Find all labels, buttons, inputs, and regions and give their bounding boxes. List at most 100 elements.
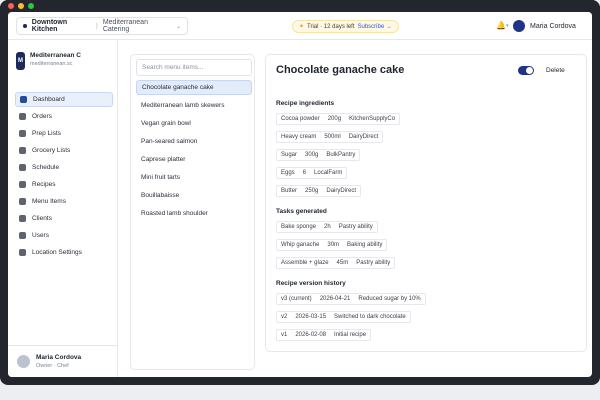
schedule-icon (19, 164, 26, 171)
sidebar-item-orders[interactable]: Orders (15, 109, 113, 124)
tasks-heading: Tasks generated (276, 208, 327, 215)
version-label: v2 (281, 314, 288, 320)
ingredient-qty: 6 (302, 170, 307, 176)
footer-user-role: Owner · Chef (36, 363, 69, 369)
sidebar-item-menu-items[interactable]: Menu Items (15, 194, 113, 209)
ingredient-supplier: DairyDirect (326, 188, 357, 194)
sidebar-item-dashboard[interactable]: Dashboard (15, 92, 113, 107)
trial-badge: ✦ Trial · 12 days left Subscribe → (292, 20, 399, 33)
ingredient-qty: 500ml (324, 134, 341, 140)
sidebar: M Mediterranean C mediterranean.sc Dashb… (8, 40, 118, 377)
task-ability: Pastry ability (338, 224, 373, 230)
ingredient-name: Cocoa powder (281, 116, 320, 122)
list-item[interactable]: Chocolate ganache cake (136, 80, 252, 95)
sidebar-brand: M Mediterranean C mediterranean.sc (16, 52, 81, 70)
top-bar: Downtown Kitchen | Mediterranean Caterin… (8, 12, 592, 40)
brand-url: mediterranean.sc (30, 61, 73, 67)
list-item[interactable]: Roasted lamb shoulder (136, 206, 252, 221)
dashboard-icon (20, 96, 27, 103)
avatar (17, 355, 30, 368)
settings-icon (19, 249, 26, 256)
version-date: 2026-04-21 (319, 296, 351, 302)
task-row: Assemble + glaze 45m Pastry ability (276, 257, 396, 269)
star-icon: ✦ (299, 24, 305, 30)
menu-item-detail-panel: Chocolate ganache cake Delete Recipe ing… (265, 54, 587, 352)
search-input[interactable] (136, 59, 252, 76)
ingredient-row: Eggs 6 LocalFarm (276, 167, 348, 179)
orders-icon (19, 113, 26, 120)
version-row: v3 (current) 2026-04-21 Reduced sugar by 1… (276, 293, 426, 305)
ingredient-qty: 200g (327, 116, 342, 122)
list-item[interactable]: Caprese platter (136, 152, 252, 167)
location-selector[interactable]: Downtown Kitchen | Mediterranean Caterin… (16, 17, 188, 35)
window-titlebar (0, 0, 600, 12)
ingredient-supplier: KitchenSupplyCo (349, 116, 396, 122)
bell-icon[interactable]: 🔔 (496, 21, 506, 30)
active-toggle[interactable] (518, 66, 534, 75)
sidebar-item-schedule[interactable]: Schedule (15, 160, 113, 175)
toggle-knob (526, 67, 533, 74)
sidebar-item-users[interactable]: Users (15, 228, 113, 243)
clients-icon (19, 215, 26, 222)
caret-down-icon[interactable]: ▾ (506, 23, 509, 29)
task-name: Whip ganache (281, 242, 320, 248)
sidebar-nav: Dashboard Orders Prep Lists Grocery List… (15, 92, 113, 262)
avatar (513, 20, 525, 32)
version-date: 2026-03-15 (295, 314, 327, 320)
ingredient-row: Sugar 300g BulkPantry (276, 149, 361, 161)
sidebar-item-prep-lists[interactable]: Prep Lists (15, 126, 113, 141)
sidebar-item-recipes[interactable]: Recipes (15, 177, 113, 192)
ingredient-supplier: DairyDirect (348, 134, 379, 140)
sidebar-item-grocery-lists[interactable]: Grocery Lists (15, 143, 113, 158)
ingredient-name: Butter (281, 188, 298, 194)
app-window: Downtown Kitchen | Mediterranean Caterin… (0, 0, 600, 385)
maximize-window-dot[interactable] (28, 3, 34, 9)
version-row: v1 2026-02-08 Initial recipe (276, 329, 372, 341)
prep-lists-icon (19, 130, 26, 137)
sidebar-item-label: Menu Items (32, 198, 66, 205)
task-time: 2h (324, 224, 331, 230)
brand-logo-icon: M (16, 52, 25, 70)
version-note: Reduced sugar by 10% (358, 296, 421, 302)
separator-icon: | (96, 22, 98, 30)
sidebar-item-label: Grocery Lists (32, 147, 71, 154)
close-window-dot[interactable] (8, 3, 14, 9)
sidebar-item-label: Clients (32, 215, 52, 222)
footer-user-name: Maria Cordova (36, 354, 82, 361)
sidebar-item-label: Users (32, 232, 49, 239)
list-item[interactable]: Pan-seared salmon (136, 134, 252, 149)
ingredient-name: Sugar (281, 152, 298, 158)
ingredient-qty: 300g (305, 152, 319, 158)
location-name: Downtown Kitchen (31, 19, 68, 33)
sidebar-item-clients[interactable]: Clients (15, 211, 113, 226)
task-name: Assemble + glaze (281, 260, 329, 266)
users-icon (19, 232, 26, 239)
subscribe-link[interactable]: Subscribe → (358, 24, 392, 30)
ingredient-name: Eggs (281, 170, 295, 176)
ingredient-supplier: LocalFarm (314, 170, 343, 176)
sidebar-item-label: Dashboard (33, 96, 65, 103)
version-row: v2 2026-03-15 Switched to dark chocolate (276, 311, 411, 323)
task-name: Bake sponge (281, 224, 317, 230)
task-row: Bake sponge 2h Pastry ability (276, 221, 378, 233)
ingredient-qty: 250g (305, 188, 319, 194)
list-item[interactable]: Mediterranean lamb skewers (136, 98, 252, 113)
list-item[interactable]: Mini fruit tarts (136, 170, 252, 185)
chevron-down-icon: ⌄ (175, 23, 181, 30)
app-content: Downtown Kitchen | Mediterranean Caterin… (8, 12, 592, 377)
list-item[interactable]: Vegan grain bowl (136, 116, 252, 131)
sidebar-user[interactable]: Maria Cordova Owner · Chef (8, 345, 118, 377)
delete-button[interactable]: Delete (546, 67, 565, 74)
version-note: Initial recipe (334, 332, 367, 338)
task-time: 45m (336, 260, 349, 266)
page-title: Chocolate ganache cake (276, 64, 405, 76)
ingredient-supplier: BulkPantry (326, 152, 356, 158)
version-date: 2026-02-08 (295, 332, 327, 338)
user-menu[interactable]: Maria Cordova (513, 16, 576, 36)
menu-items-icon (19, 198, 26, 205)
sidebar-item-location-settings[interactable]: Location Settings (15, 245, 113, 260)
business-name: Mediterranean Catering (102, 19, 148, 33)
list-item[interactable]: Bouillabaisse (136, 188, 252, 203)
minimize-window-dot[interactable] (18, 3, 24, 9)
ingredients-heading: Recipe ingredients (276, 100, 335, 107)
